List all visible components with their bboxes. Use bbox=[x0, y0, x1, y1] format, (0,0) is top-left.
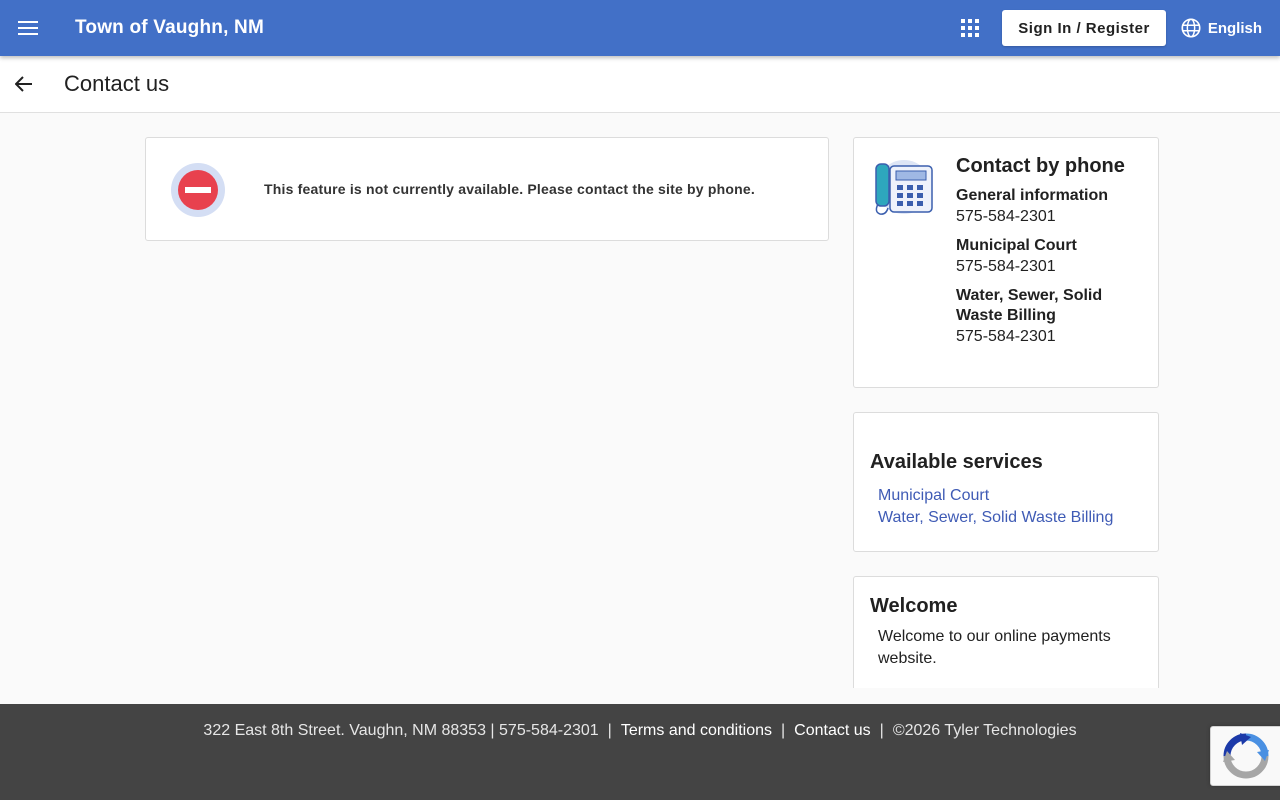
contact-entry: General information 575-584-2301 bbox=[956, 186, 1146, 227]
content-bottom-edge bbox=[0, 688, 1280, 704]
apps-grid-icon bbox=[961, 19, 980, 37]
service-link-utility-billing[interactable]: Water, Sewer, Solid Waste Billing bbox=[878, 507, 1113, 529]
contact-entry: Water, Sewer, Solid Waste Billing 575-58… bbox=[956, 286, 1146, 347]
phone-heading: Contact by phone bbox=[956, 155, 1125, 177]
footer: 322 East 8th Street. Vaughn, NM 88353 | … bbox=[0, 704, 1280, 800]
contact-number: 575-584-2301 bbox=[956, 328, 1056, 345]
apps-button[interactable] bbox=[950, 8, 990, 48]
list-item: Municipal Court bbox=[878, 485, 1113, 507]
footer-separator: | bbox=[879, 722, 884, 739]
language-label: English bbox=[1207, 19, 1262, 37]
telephone-icon bbox=[875, 160, 933, 215]
service-link-municipal-court[interactable]: Municipal Court bbox=[878, 485, 1113, 507]
footer-links: 322 East 8th Street. Vaughn, NM 88353 | … bbox=[0, 722, 1280, 740]
top-app-bar: Town of Vaughn, NM Sign In / Register En… bbox=[0, 0, 1280, 56]
globe-icon bbox=[1181, 18, 1201, 38]
contact-label: Water, Sewer, Solid Waste Billing bbox=[956, 287, 1103, 324]
menu-button[interactable] bbox=[0, 0, 56, 56]
terms-link[interactable]: Terms and conditions bbox=[621, 722, 772, 739]
contact-number: 575-584-2301 bbox=[956, 258, 1056, 275]
language-selector[interactable]: English bbox=[1180, 17, 1262, 39]
list-item: Water, Sewer, Solid Waste Billing bbox=[878, 507, 1113, 529]
copyright-text: ©2026 Tyler Technologies bbox=[892, 722, 1077, 739]
services-list: Municipal Court Water, Sewer, Solid Wast… bbox=[878, 485, 1113, 529]
contact-label: General information bbox=[956, 187, 1109, 204]
no-entry-icon bbox=[171, 163, 225, 217]
services-heading: Available services bbox=[870, 451, 1043, 473]
back-button[interactable] bbox=[0, 60, 48, 108]
topbar-actions: Sign In / Register English bbox=[950, 0, 1280, 56]
notice-message: This feature is not currently available.… bbox=[264, 181, 755, 197]
footer-separator: | bbox=[781, 722, 786, 739]
contact-us-link[interactable]: Contact us bbox=[794, 722, 870, 739]
recaptcha-badge[interactable] bbox=[1210, 726, 1280, 786]
welcome-heading: Welcome bbox=[870, 595, 958, 617]
hamburger-menu-icon bbox=[18, 21, 38, 35]
site-title[interactable]: Town of Vaughn, NM bbox=[75, 17, 264, 39]
available-services-card: Available services Municipal Court Water… bbox=[853, 412, 1159, 552]
unavailable-notice-card: This feature is not currently available.… bbox=[145, 137, 829, 241]
welcome-text: Welcome to our online payments website. bbox=[878, 628, 1111, 667]
page-header: Contact us bbox=[0, 56, 1280, 113]
contact-entry: Municipal Court 575-584-2301 bbox=[956, 236, 1146, 277]
arrow-left-icon bbox=[15, 76, 32, 92]
contact-label: Municipal Court bbox=[956, 237, 1077, 254]
sign-in-register-button[interactable]: Sign In / Register bbox=[1002, 10, 1166, 46]
contact-by-phone-card: Contact by phone General information 575… bbox=[853, 137, 1159, 388]
contact-number: 575-584-2301 bbox=[956, 208, 1056, 225]
welcome-card: Welcome Welcome to our online payments w… bbox=[853, 576, 1159, 706]
footer-separator: | bbox=[607, 722, 612, 739]
page-title: Contact us bbox=[64, 71, 170, 96]
phone-contacts: Contact by phone General information 575… bbox=[956, 155, 1146, 356]
recaptcha-icon bbox=[1223, 733, 1269, 779]
footer-address: 322 East 8th Street. Vaughn, NM 88353 | … bbox=[203, 722, 599, 739]
